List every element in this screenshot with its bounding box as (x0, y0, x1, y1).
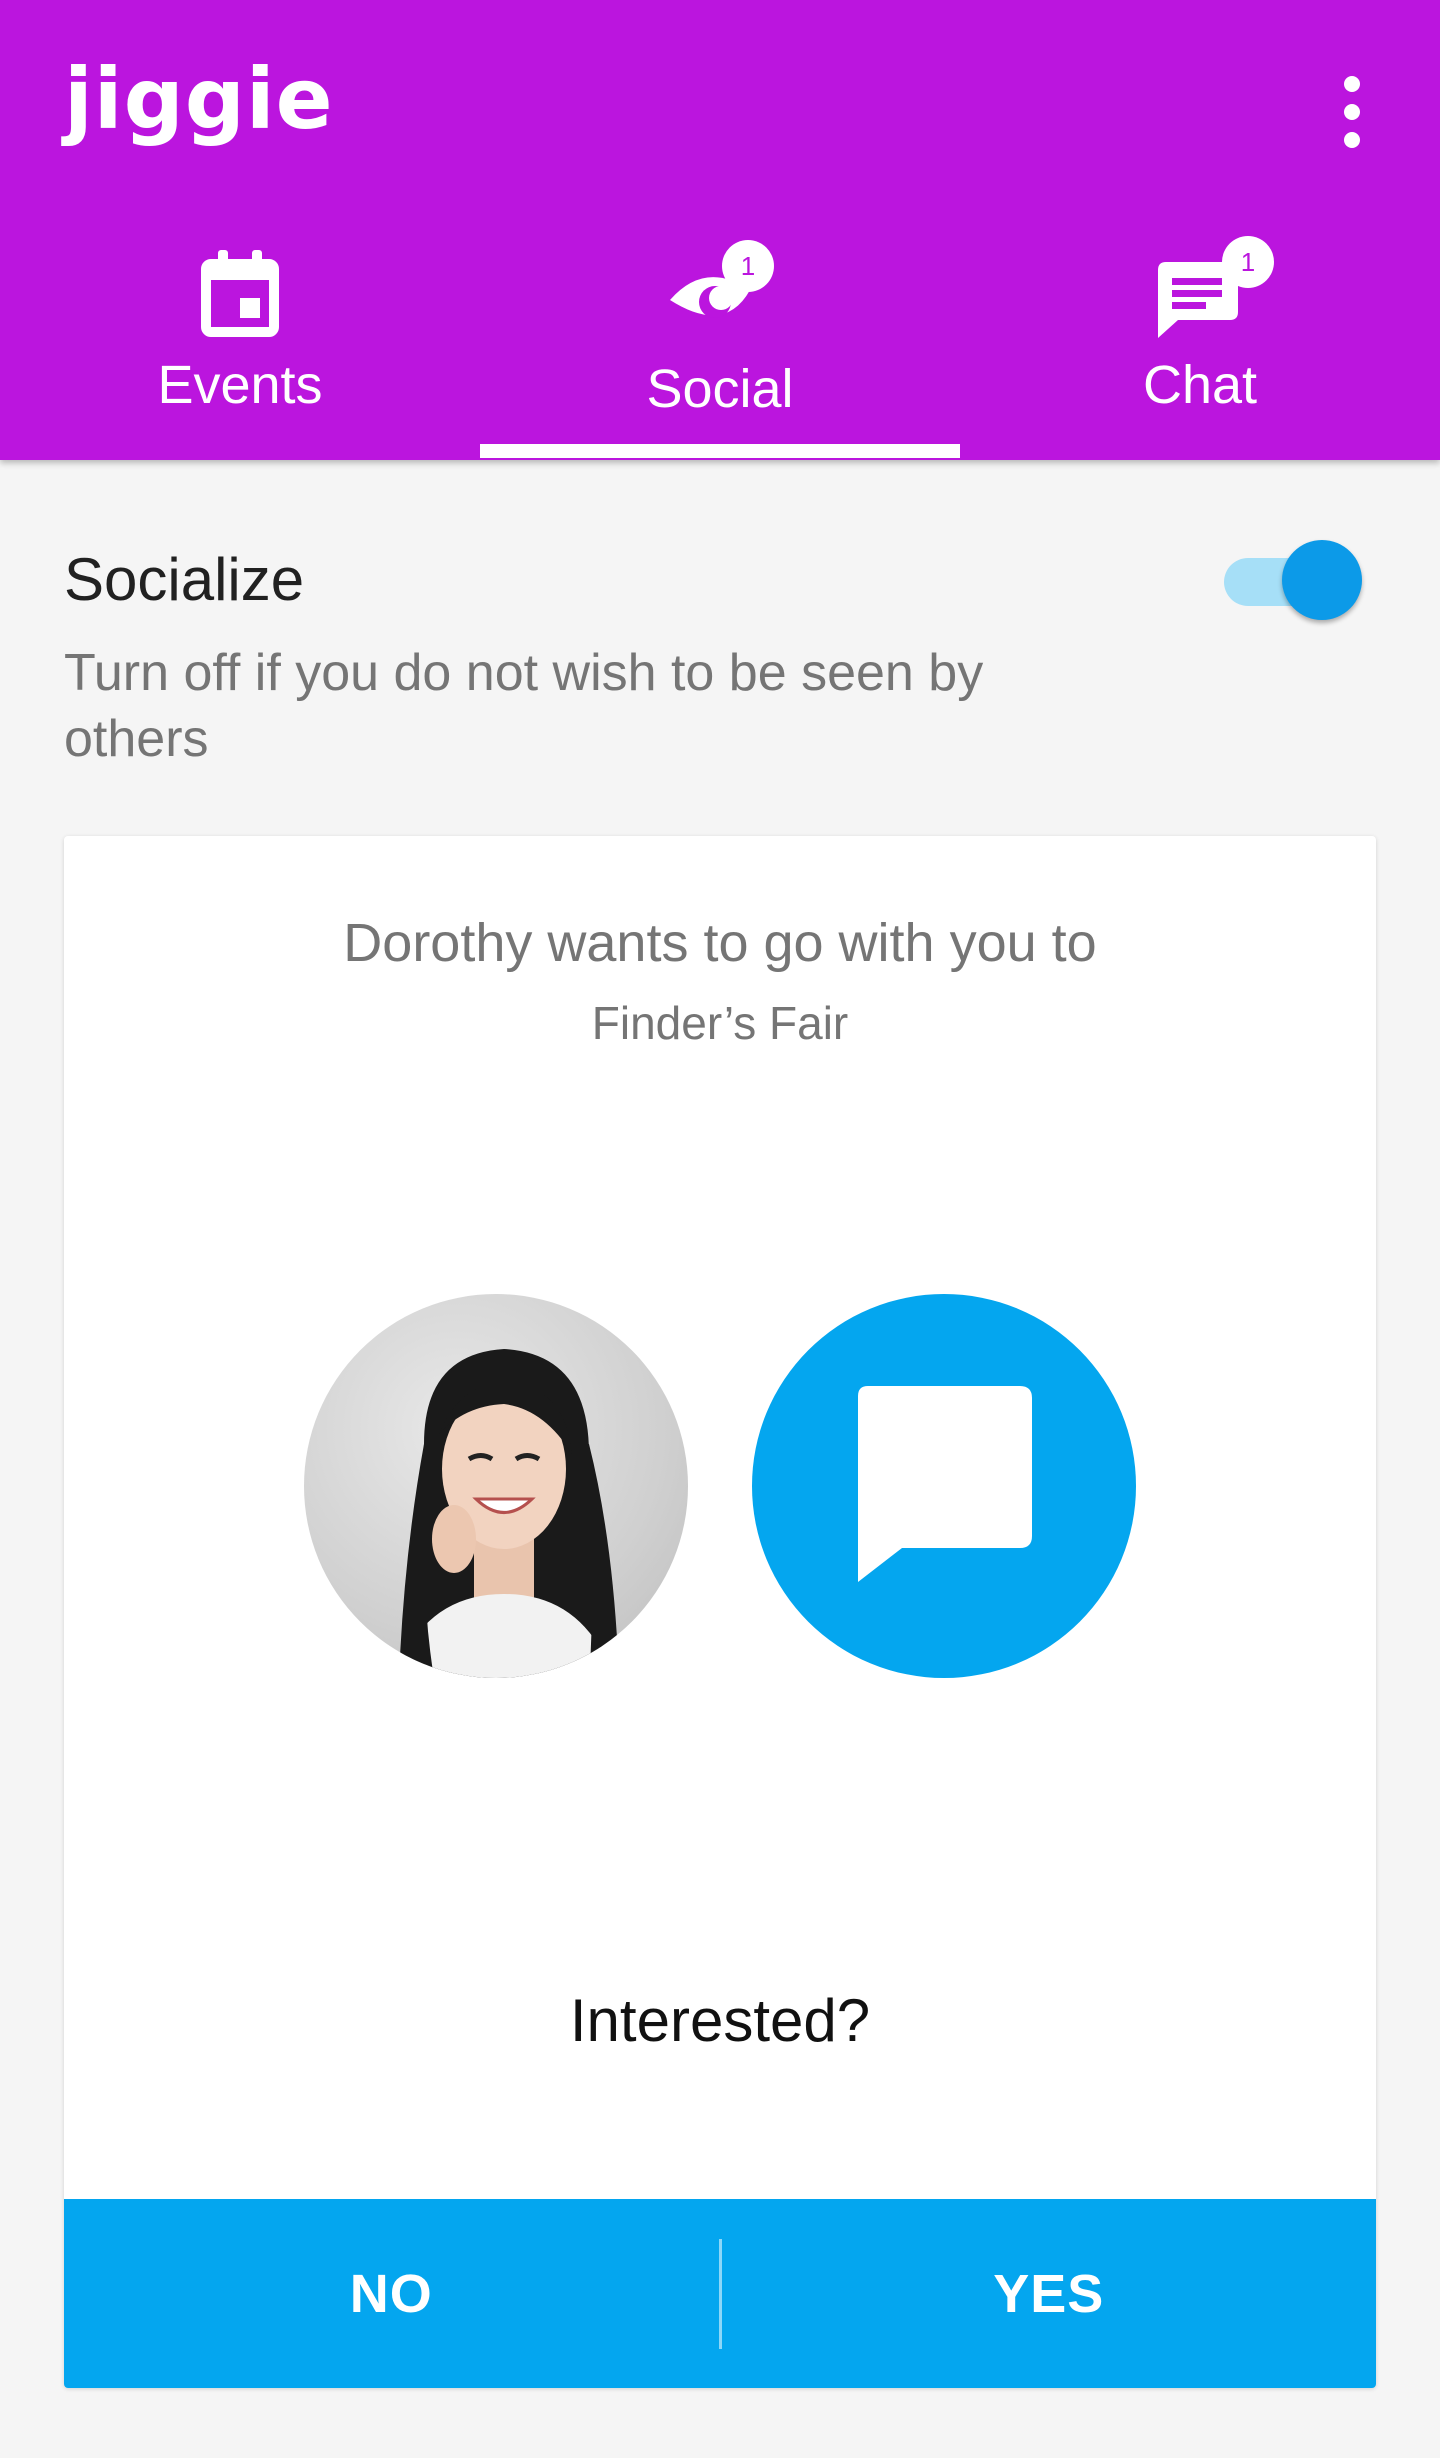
app-bar: jiggie Events 1 Social 1 Chat (0, 0, 1440, 460)
toggle-thumb (1282, 540, 1362, 620)
tab-chat-icon-wrap: 1 (1130, 230, 1274, 340)
menu-dot (1344, 76, 1360, 92)
socialize-toggle[interactable] (1224, 540, 1364, 620)
menu-dot (1344, 132, 1360, 148)
event-name: Finder’s Fair (591, 997, 849, 1049)
socialize-title: Socialize (64, 546, 305, 613)
invite-card: Dorothy wants to go with you to Finder’s… (64, 836, 1376, 2388)
overflow-menu-icon[interactable] (1320, 64, 1384, 160)
socialize-description: Turn off if you do not wish to be seen b… (64, 644, 984, 768)
tab-social[interactable]: 1 Social (480, 230, 960, 460)
calendar-icon (201, 250, 279, 337)
active-tab-indicator (480, 444, 960, 458)
action-bar: NO YES (64, 2199, 1376, 2388)
app-root: jiggie Events 1 Social 1 Chat Socialize … (0, 0, 1440, 2458)
social-badge: 1 (722, 240, 774, 292)
tab-chat-label: Chat (1142, 355, 1258, 415)
tab-events[interactable]: Events (0, 230, 480, 460)
tab-events-label: Events (157, 355, 323, 415)
avatar-photo (394, 1349, 619, 1678)
tab-social-label: Social (646, 359, 794, 419)
invite-message: Dorothy wants to go with you to (343, 913, 1097, 973)
chat-badge: 1 (1222, 236, 1274, 288)
message-button[interactable] (752, 1294, 1136, 1678)
tab-chat[interactable]: 1 Chat (960, 230, 1440, 460)
avatar[interactable] (304, 1294, 688, 1678)
tab-bar: Events 1 Social 1 Chat (0, 230, 1440, 460)
message-icon (858, 1386, 1032, 1582)
no-button[interactable]: NO (64, 2199, 719, 2388)
interested-question: Interested? (569, 1987, 871, 2054)
yes-button[interactable]: YES (722, 2199, 1377, 2388)
menu-dot (1344, 104, 1360, 120)
tab-social-icon-wrap: 1 (650, 230, 790, 340)
tab-events-icon-wrap (170, 230, 310, 340)
app-logo: jiggie (64, 50, 334, 148)
